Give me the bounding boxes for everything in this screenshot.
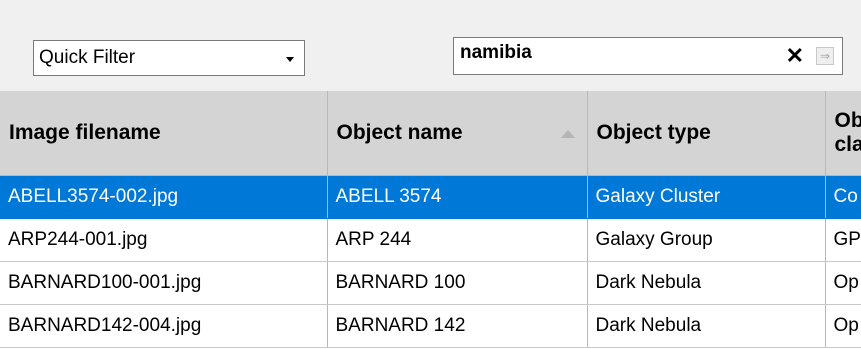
table-cell[interactable]: ARP244-001.jpg <box>0 218 328 262</box>
table-cell[interactable]: Dark Nebula <box>587 261 826 305</box>
table-cell[interactable]: BARNARD100-001.jpg <box>0 261 328 305</box>
column-header-image-filename[interactable]: Image filename <box>0 91 328 176</box>
results-table: Image filename Object name Object type O… <box>0 91 861 349</box>
table-cell[interactable]: Dark Nebula <box>587 304 826 348</box>
table-cell[interactable]: ARP 244 <box>327 218 588 262</box>
clear-icon[interactable]: ✕ <box>786 44 804 68</box>
table-cell[interactable]: Co <box>825 175 861 219</box>
column-header-object-name[interactable]: Object name <box>327 91 588 176</box>
table-row[interactable]: BARNARD142-004.jpg BARNARD 142 Dark Nebula… <box>0 304 861 348</box>
table-cell[interactable]: BARNARD142-004.jpg <box>0 304 328 348</box>
table-row[interactable]: BARNARD100-001.jpg BARNARD 100 Dark Nebula… <box>0 261 861 305</box>
table-header-row: Image filename Object name Object type O… <box>0 91 861 176</box>
column-header-object-class[interactable]: Object class <box>825 91 861 176</box>
column-header-object-type[interactable]: Object type <box>587 91 826 176</box>
apply-search-icon[interactable]: ⇒ <box>816 47 834 65</box>
filter-toolbar: Quick Filter namibia ✕ ⇒ <box>0 0 861 91</box>
table-cell[interactable]: Galaxy Cluster <box>587 175 826 219</box>
search-input-value[interactable]: namibia <box>460 42 532 64</box>
search-field[interactable]: namibia ✕ ⇒ <box>453 37 843 75</box>
table-cell[interactable]: GP <box>825 218 861 262</box>
table-cell[interactable]: Galaxy Group <box>587 218 826 262</box>
table-cell[interactable]: ABELL 3574 <box>327 175 588 219</box>
table-row[interactable]: ABELL3574-002.jpg ABELL 3574 Galaxy Cluste… <box>0 175 861 219</box>
table-row[interactable]: ARP244-001.jpg ARP 244 Galaxy Group GP <box>0 218 861 262</box>
quick-filter-value: Quick Filter <box>39 47 136 68</box>
table-cell[interactable]: BARNARD 100 <box>327 261 588 305</box>
table-cell[interactable]: Op <box>825 261 861 305</box>
table-cell[interactable]: BARNARD 142 <box>327 304 588 348</box>
table-cell[interactable]: ABELL3574-002.jpg <box>0 175 328 219</box>
table-cell[interactable]: Op <box>825 304 861 348</box>
column-header-object-name-label: Object name <box>336 121 463 144</box>
quick-filter-dropdown[interactable]: Quick Filter <box>33 40 305 76</box>
sort-ascending-icon <box>560 130 575 138</box>
chevron-down-icon[interactable] <box>286 57 294 62</box>
